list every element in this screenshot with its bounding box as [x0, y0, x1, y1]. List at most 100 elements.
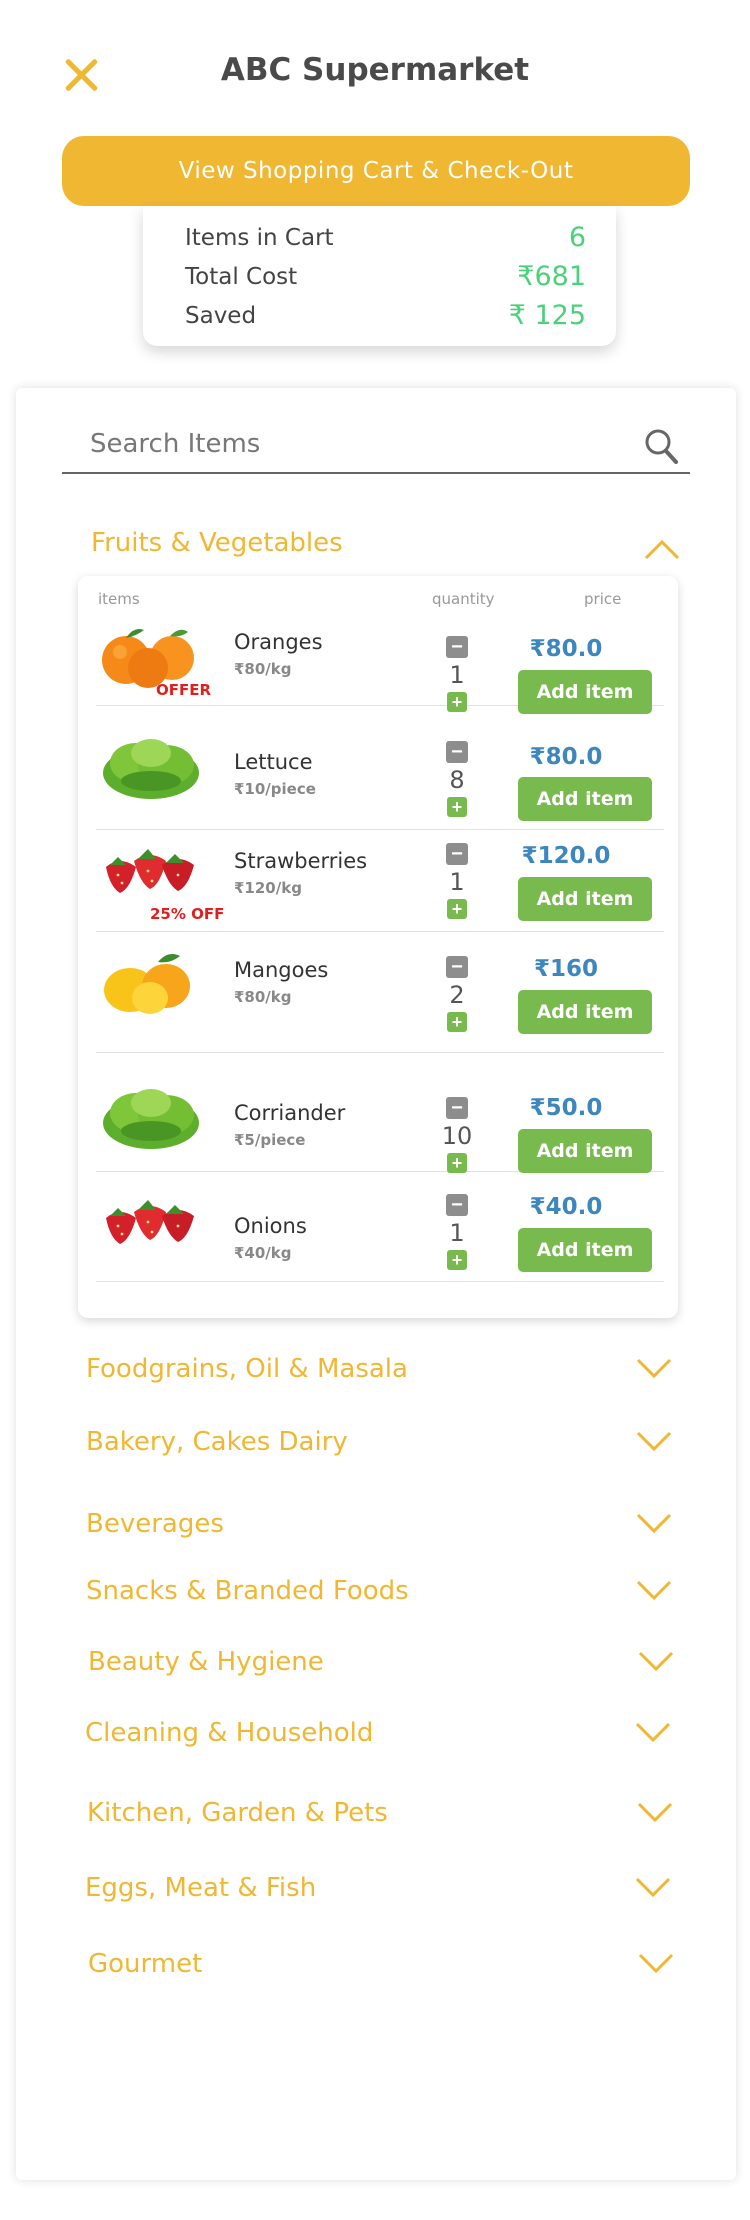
category-label: Beverages — [86, 1509, 224, 1539]
quantity-stepper: − 1 + — [446, 1194, 468, 1270]
category-fruits-vegetables[interactable]: Fruits & Vegetables — [91, 528, 343, 558]
quantity-stepper: −1 + — [446, 636, 468, 712]
table-row: 25% OFF Strawberries ₹120/kg − 1 + ₹120.0 Add i… — [96, 821, 664, 932]
saved-label: Saved — [185, 302, 257, 329]
orange-image — [96, 612, 206, 692]
total-cost-row: Total Cost ₹681 — [185, 261, 586, 292]
chevron-down-icon — [635, 1877, 671, 1898]
quantity-stepper: − 10 + — [442, 1097, 472, 1173]
increase-quantity-button[interactable]: + — [447, 1153, 467, 1173]
decrease-quantity-button[interactable]: − — [446, 741, 468, 763]
table-row: Lettuce ₹10/piece − 8 + ₹80.0 Add item — [96, 703, 664, 830]
chevron-down-icon — [635, 1722, 671, 1743]
chevron-up-icon[interactable] — [644, 538, 680, 560]
total-cost-label: Total Cost — [185, 263, 298, 290]
quantity-stepper: − 2 + — [446, 956, 468, 1032]
cart-summary: Items in Cart 6 Total Cost ₹681 Saved ₹ … — [143, 206, 616, 346]
increase-quantity-button[interactable]: + — [447, 1250, 467, 1270]
category-item[interactable]: Cleaning & Household — [85, 1712, 695, 1758]
category-label: Foodgrains, Oil & Masala — [86, 1354, 408, 1384]
category-label: Cleaning & Household — [85, 1718, 374, 1748]
mango-image — [96, 940, 206, 1020]
table-row: OFFER Oranges ₹80/kg −1 + ₹80.0 Add item — [96, 606, 664, 714]
category-label: Kitchen, Garden & Pets — [87, 1798, 388, 1828]
decrease-quantity-button[interactable]: − — [446, 636, 468, 658]
category-label: Beauty & Hygiene — [88, 1647, 324, 1677]
category-label: Gourmet — [88, 1949, 203, 1979]
increase-quantity-button[interactable]: + — [447, 797, 467, 817]
quantity-value: 1 — [449, 661, 465, 689]
category-item[interactable]: Foodgrains, Oil & Masala — [86, 1348, 696, 1394]
item-total-price: ₹80.0 — [529, 636, 603, 662]
table-row: Onions ₹40/kg − 1 + ₹40.0 Add item — [96, 1172, 664, 1282]
strawberry-image — [96, 1180, 206, 1260]
category-item[interactable]: Bakery, Cakes Dairy — [86, 1421, 696, 1467]
item-unit-price: ₹10/piece — [234, 780, 316, 798]
category-label: Bakery, Cakes Dairy — [86, 1427, 348, 1457]
category-label: Snacks & Branded Foods — [86, 1576, 409, 1606]
increase-quantity-button[interactable]: + — [447, 899, 467, 919]
item-unit-price: ₹80/kg — [234, 988, 292, 1006]
view-cart-checkout-button[interactable]: View Shopping Cart & Check-Out — [62, 136, 690, 206]
search-bar — [62, 418, 690, 474]
item-total-price: ₹50.0 — [529, 1095, 603, 1121]
page-title: ABC Supermarket — [220, 52, 530, 88]
chevron-down-icon — [636, 1431, 672, 1452]
chevron-down-icon — [638, 1651, 674, 1672]
offer-badge: OFFER — [156, 681, 212, 699]
lettuce-image — [96, 1073, 206, 1153]
decrease-quantity-button[interactable]: − — [446, 1097, 468, 1119]
saved-value: ₹ 125 — [508, 300, 586, 331]
item-unit-price: ₹40/kg — [234, 1244, 292, 1262]
item-name: Strawberries — [234, 849, 368, 873]
decrease-quantity-button[interactable]: − — [446, 843, 468, 865]
search-input[interactable] — [62, 418, 622, 470]
item-unit-price: ₹5/piece — [234, 1131, 306, 1149]
add-item-button[interactable]: Add item — [518, 777, 652, 821]
chevron-down-icon — [638, 1953, 674, 1974]
item-total-price: ₹40.0 — [529, 1194, 603, 1220]
offer-badge: 25% OFF — [150, 905, 225, 923]
catalog-panel: Fruits & Vegetables items quantity price… — [16, 388, 736, 2180]
items-in-cart-value: 6 — [568, 222, 586, 253]
add-item-button[interactable]: Add item — [518, 1228, 652, 1272]
chevron-down-icon — [636, 1358, 672, 1379]
item-total-price: ₹160 — [533, 956, 598, 982]
item-name: Oranges — [234, 630, 323, 654]
category-item[interactable]: Beauty & Hygiene — [88, 1641, 698, 1687]
chevron-down-icon — [636, 1580, 672, 1601]
category-item[interactable]: Kitchen, Garden & Pets — [87, 1792, 697, 1838]
item-name: Mangoes — [234, 958, 329, 982]
decrease-quantity-button[interactable]: − — [446, 1194, 468, 1216]
strawberry-image — [96, 829, 206, 909]
category-label: Eggs, Meat & Fish — [85, 1873, 317, 1903]
category-item[interactable]: Eggs, Meat & Fish — [85, 1867, 695, 1913]
table-row: Corriander ₹5/piece − 10 + ₹50.0 Add item — [96, 1053, 664, 1173]
add-item-button[interactable]: Add item — [518, 877, 652, 921]
category-item[interactable]: Beverages — [86, 1503, 696, 1549]
item-name: Corriander — [234, 1101, 346, 1125]
item-name: Onions — [234, 1214, 307, 1238]
item-total-price: ₹80.0 — [529, 744, 603, 770]
items-in-cart-row: Items in Cart 6 — [185, 222, 586, 253]
item-name: Lettuce — [234, 750, 313, 774]
quantity-value: 2 — [449, 981, 465, 1009]
search-icon[interactable] — [644, 428, 678, 464]
item-unit-price: ₹120/kg — [234, 879, 302, 897]
add-item-button[interactable]: Add item — [518, 990, 652, 1034]
quantity-stepper: − 8 + — [446, 741, 468, 817]
decrease-quantity-button[interactable]: − — [446, 956, 468, 978]
add-item-button[interactable]: Add item — [518, 1129, 652, 1173]
category-item[interactable]: Gourmet — [88, 1943, 698, 1989]
chevron-down-icon — [636, 1513, 672, 1534]
lettuce-image — [96, 723, 206, 803]
item-unit-price: ₹80/kg — [234, 660, 292, 678]
quantity-value: 1 — [449, 1219, 465, 1247]
chevron-down-icon — [637, 1802, 673, 1823]
category-item[interactable]: Snacks & Branded Foods — [86, 1570, 696, 1616]
items-in-cart-label: Items in Cart — [185, 224, 334, 251]
quantity-value: 10 — [441, 1122, 473, 1150]
saved-row: Saved ₹ 125 — [185, 300, 586, 331]
increase-quantity-button[interactable]: + — [447, 1012, 467, 1032]
table-row: Mangoes ₹80/kg − 2 + ₹160 Add item — [96, 932, 664, 1053]
